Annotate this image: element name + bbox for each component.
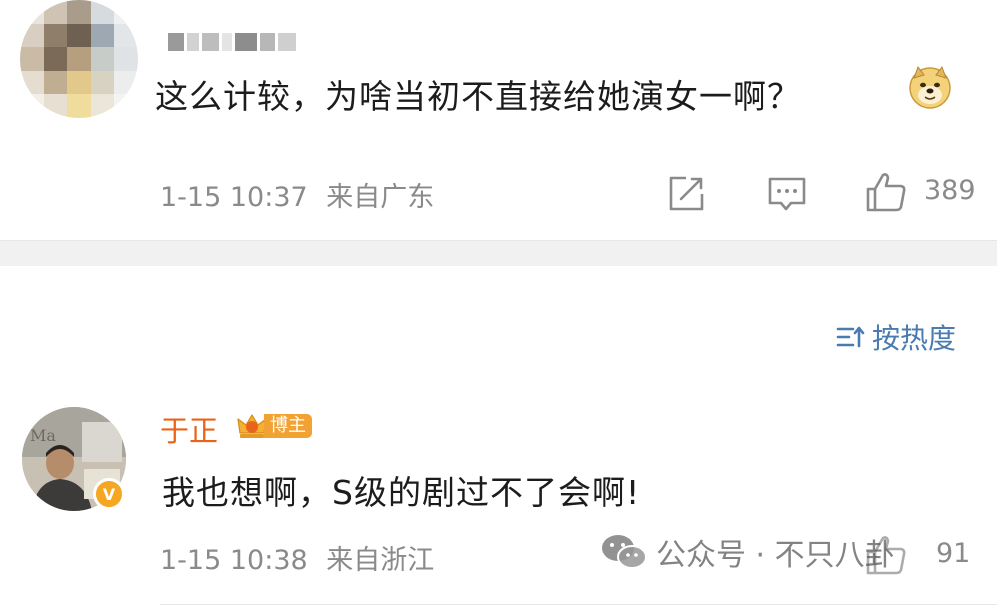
blogger-badge-label: 博主 xyxy=(264,414,312,438)
doge-emoji-icon xyxy=(909,65,951,109)
sort-by-hot-button[interactable]: 按热度 xyxy=(836,317,956,357)
like-icon[interactable] xyxy=(864,170,908,214)
bottom-divider xyxy=(160,604,997,605)
section-divider xyxy=(0,240,997,266)
wechat-icon xyxy=(602,535,647,569)
like-count: 91 xyxy=(936,538,971,569)
blogger-badge: 博主 xyxy=(236,411,312,441)
svg-text:Ma: Ma xyxy=(30,426,56,445)
sort-icon xyxy=(836,326,865,348)
watermark: 公众号 · 不只八卦 xyxy=(600,530,895,574)
watermark-text: 公众号 · 不只八卦 xyxy=(656,538,895,573)
comment-meta: 1-15 10:38 来自浙江 xyxy=(160,538,434,577)
comment-meta: 1-15 10:37 来自广东 xyxy=(160,175,434,214)
sort-label: 按热度 xyxy=(872,322,957,355)
verified-badge-icon: V xyxy=(93,478,125,510)
comment-icon[interactable] xyxy=(766,174,808,214)
username-blurred[interactable] xyxy=(168,31,296,53)
comment-text: 这么计较，为啥当初不直接给她演女一啊？ xyxy=(155,77,801,116)
location: 来自浙江 xyxy=(326,545,435,576)
share-icon[interactable] xyxy=(666,174,706,214)
comment-text: 我也想啊，S级的剧过不了会啊! xyxy=(162,473,641,512)
timestamp: 1-15 10:38 xyxy=(160,545,308,576)
username[interactable]: 于正 xyxy=(160,408,218,450)
avatar-blurred[interactable] xyxy=(20,0,138,118)
timestamp: 1-15 10:37 xyxy=(160,182,308,213)
location: 来自广东 xyxy=(326,182,435,213)
like-count: 389 xyxy=(924,175,976,206)
comment-card-1: 这么计较，为啥当初不直接给她演女一啊？ 1-15 10:37 来自广东 389 xyxy=(0,0,997,240)
